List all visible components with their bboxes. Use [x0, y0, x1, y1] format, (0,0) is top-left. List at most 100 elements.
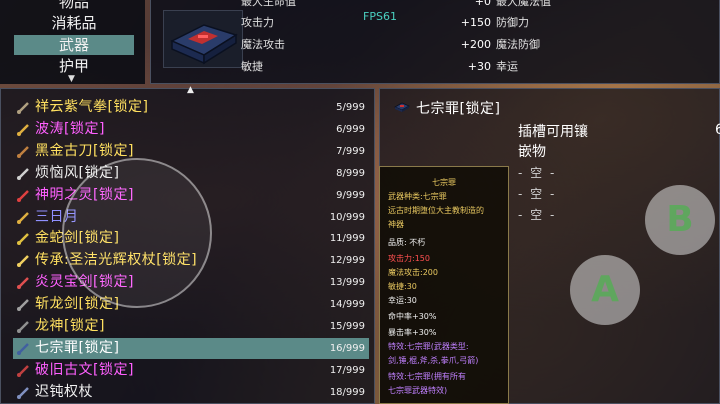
page-marker: 6	[715, 122, 720, 138]
detail-title: 七宗罪[锁定]	[416, 101, 501, 117]
weapon-row[interactable]: 祥云紫气拳[锁定] 5/999	[13, 97, 369, 118]
category-items[interactable]: 物品	[14, 0, 134, 12]
weapon-count: 6/999	[336, 123, 365, 135]
weapon-count: 8/999	[336, 167, 365, 179]
tooltip-line: 七宗罪	[432, 178, 456, 187]
stat-row: 攻击力 +150	[241, 13, 491, 32]
stat-value: +200	[460, 38, 491, 51]
tooltip-line: 攻击力:150	[388, 254, 430, 263]
fist-icon	[17, 102, 29, 114]
stat-row: 最大魔法值	[496, 0, 696, 11]
stat-row: 幸运	[496, 57, 696, 76]
stat-value: +150	[460, 16, 491, 29]
socket-label: 插槽可用镶嵌物	[518, 124, 588, 160]
weapon-row[interactable]: 黑金古刀[锁定] 7/999	[13, 141, 369, 162]
weapon-row[interactable]: 破旧古文[锁定] 17/999	[13, 360, 369, 381]
weapon-name: 黑金古刀[锁定]	[35, 142, 134, 159]
tooltip-line: 武器种类:七宗罪	[388, 192, 447, 201]
spear-icon	[17, 124, 29, 136]
weapon-row[interactable]: 斩龙剑[锁定] 14/999	[13, 294, 369, 315]
case-icon	[170, 24, 238, 65]
weapon-count: 16/999	[329, 342, 365, 354]
stat-label: 幸运	[496, 60, 518, 73]
tooltip-line: 命中率+30%	[388, 312, 437, 321]
category-armor[interactable]: 护甲	[14, 56, 134, 76]
stat-label: 魔法攻击	[241, 38, 285, 51]
stat-label: 最大魔法值	[496, 0, 551, 8]
weapon-name: 破旧古文[锁定]	[35, 361, 134, 378]
b-button[interactable]: B	[645, 185, 715, 255]
fire-sword-icon	[17, 277, 29, 290]
stat-label: 攻击力	[241, 16, 274, 29]
weapon-count: 5/999	[336, 102, 365, 113]
scepter-icon	[17, 255, 29, 268]
weapon-row[interactable]: 龙神[锁定] 15/999	[13, 316, 369, 337]
tooltip-line: 特效:七宗罪(拥有所有	[388, 372, 466, 381]
scroll-down-icon[interactable]: ▼	[68, 74, 75, 84]
virtual-joystick[interactable]	[62, 158, 212, 308]
katana-icon	[17, 211, 29, 224]
weapon-name: 龙神[锁定]	[35, 318, 105, 334]
weapon-row[interactable]: 七宗罪[锁定] 16/999	[13, 337, 369, 359]
socket-slot[interactable]: - 空 -	[518, 185, 556, 202]
stat-label: 最大生命值	[241, 0, 296, 8]
stat-value: +0	[474, 0, 491, 8]
weapon-row[interactable]: 波涛[锁定] 6/999	[13, 119, 369, 140]
stat-value: +30	[467, 60, 491, 73]
weapon-count: 9/999	[336, 189, 365, 201]
item-tooltip: 七宗罪武器种类:七宗罪远古时期堕位大主教制造的 神器品质: 不朽 攻击力:150 魔法…	[379, 166, 509, 404]
blade-icon	[17, 145, 29, 158]
a-button[interactable]: A	[570, 255, 640, 325]
stat-row: 魔法攻击 +200	[241, 35, 491, 54]
weapon-name: 迟钝权杖	[35, 383, 93, 400]
weapon-count: 14/999	[329, 299, 365, 311]
weapon-name: 七宗罪[锁定]	[35, 339, 120, 356]
stat-row: 防御力	[496, 13, 696, 32]
case-icon	[17, 343, 29, 355]
weapon-count: 7/999	[336, 145, 365, 157]
dragon-icon	[17, 321, 29, 333]
b-button-label: B	[666, 199, 694, 240]
stat-row: 最大生命值 +0	[241, 0, 491, 11]
scroll-up-icon[interactable]: ▲	[187, 85, 194, 95]
weapon-count: 13/999	[329, 277, 365, 289]
weapon-name: 祥云紫气拳[锁定]	[35, 99, 149, 115]
broadsword-icon	[17, 299, 29, 312]
sword-icon	[17, 233, 29, 246]
stat-row: 魔法防御	[496, 35, 696, 54]
tooltip-line: 暴击率+30%	[388, 328, 437, 337]
wand-icon	[17, 189, 29, 202]
stat-label: 敏捷	[241, 60, 263, 73]
stat-row: 敏捷 +30	[241, 57, 491, 76]
socket-slot[interactable]: - 空 -	[518, 206, 556, 223]
sword-icon	[17, 167, 29, 180]
tooltip-line: 品质: 不朽	[388, 238, 426, 247]
weapon-count: 12/999	[329, 255, 365, 267]
weapon-count: 11/999	[329, 233, 365, 245]
weapon-row[interactable]: 迟钝权杖 18/999	[13, 382, 369, 403]
weapon-count: 17/999	[329, 364, 365, 376]
weapon-thumbnail	[163, 10, 243, 68]
tooltip-line: 七宗罪武器特效)	[388, 386, 448, 395]
tooltip-line: 幸运:30	[388, 296, 417, 305]
a-button-label: A	[591, 269, 619, 310]
stat-label: 防御力	[496, 16, 529, 29]
category-consumables[interactable]: 消耗品	[14, 13, 134, 33]
socket-slot[interactable]: - 空 -	[518, 164, 556, 181]
weapon-name: 波涛[锁定]	[35, 120, 105, 137]
category-weapons[interactable]: 武器	[14, 35, 134, 55]
tooltip-line: 魔法攻击:200	[388, 268, 438, 277]
tooltip-line: 敏捷:30	[388, 282, 417, 291]
weapon-count: 15/999	[329, 321, 365, 332]
tooltip-line: 神器	[388, 220, 404, 229]
tooltip-line: 远古时期堕位大主教制造的	[388, 206, 484, 215]
case-icon	[394, 102, 410, 112]
tooltip-line: 特效:七宗罪(武器类型:	[388, 342, 469, 351]
staff-icon	[17, 386, 29, 399]
weapon-count: 10/999	[329, 211, 365, 223]
tooltip-line: 剑,锤,棍,斧,杀,拳爪,弓箭)	[388, 356, 479, 365]
scroll-icon	[17, 364, 29, 377]
stat-label: 魔法防御	[496, 38, 540, 51]
weapon-count: 18/999	[329, 386, 365, 398]
category-menu: 物品 消耗品 武器 护甲 ▼	[0, 0, 145, 84]
